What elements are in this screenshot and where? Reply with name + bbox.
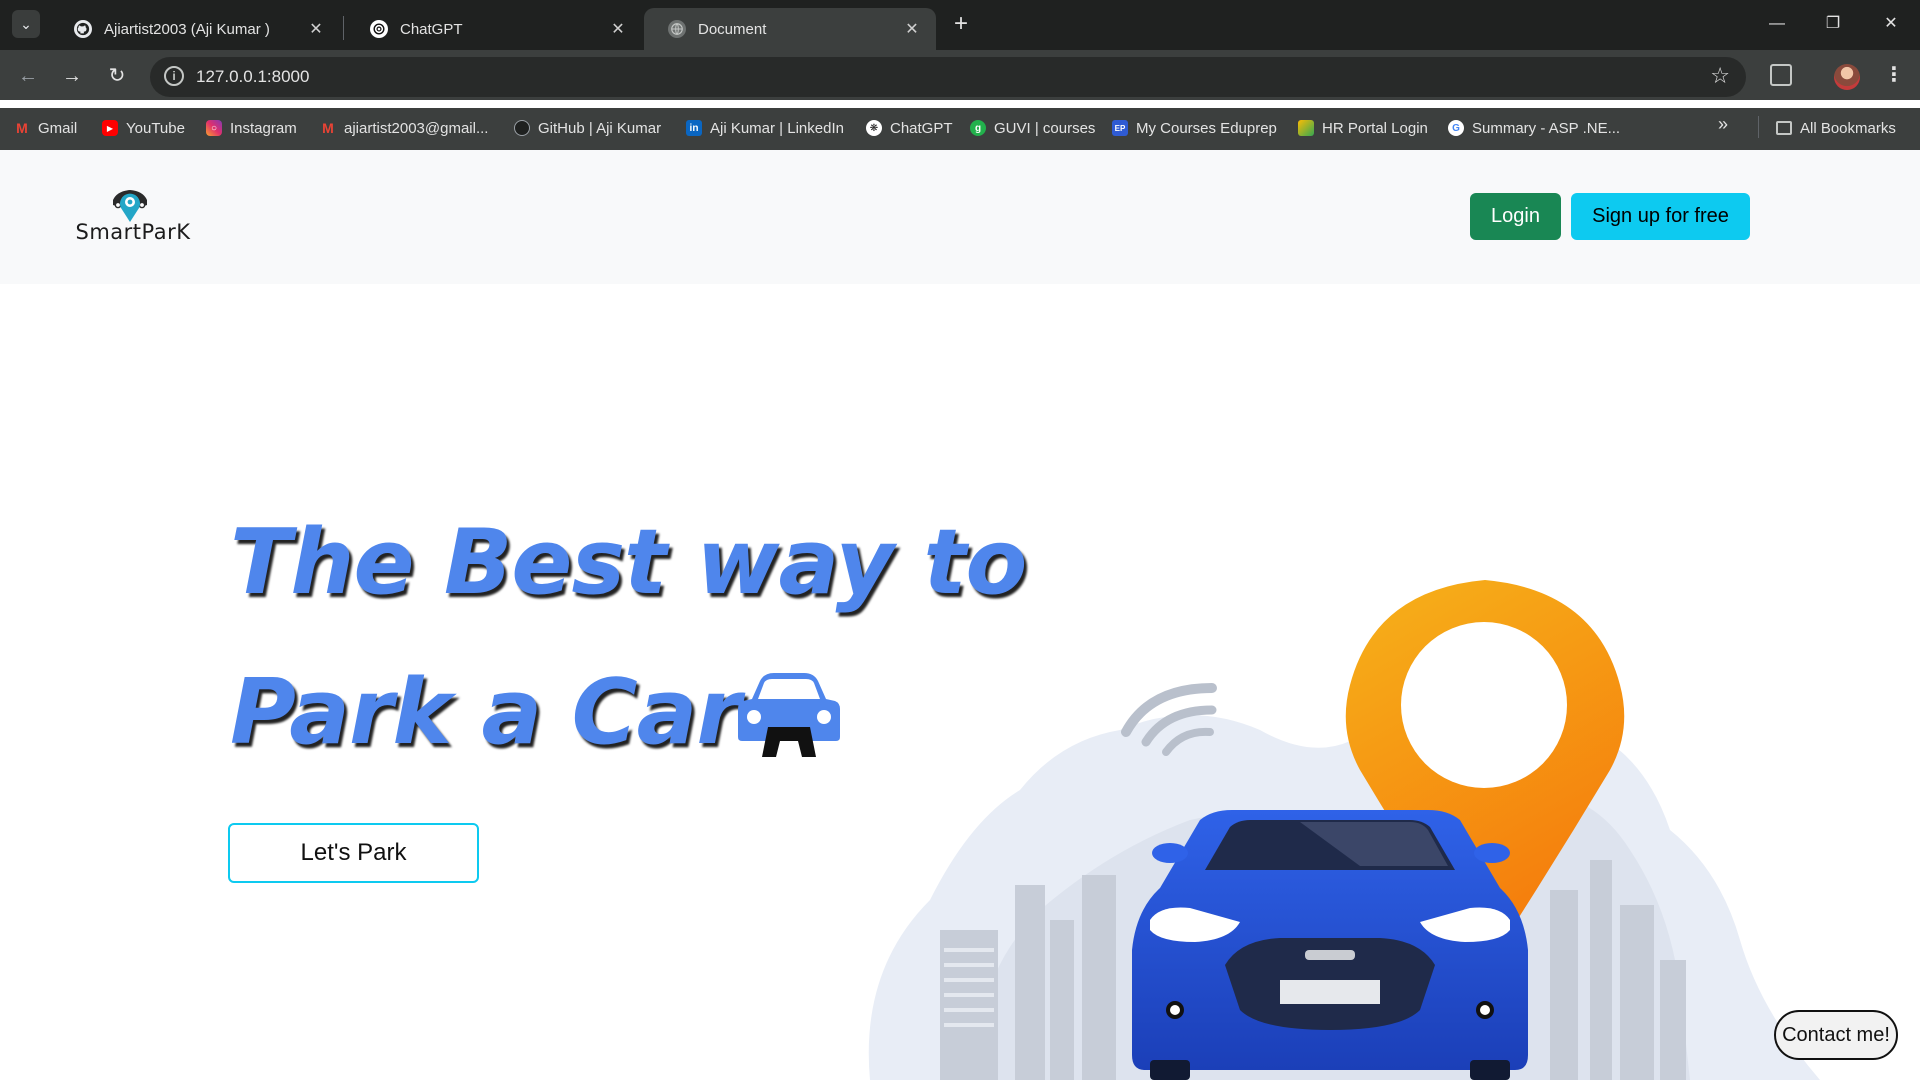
hero-headline-line2: Park a Car [230,660,741,765]
location-pin-car-icon [113,190,147,222]
close-icon[interactable]: ✕ [608,19,628,39]
bookmark-github[interactable]: GitHub | Aji Kumar [514,116,661,140]
tab-chatgpt[interactable]: ChatGPT ✕ [346,8,642,50]
more-bookmarks-icon[interactable]: » [1718,114,1728,135]
bookmark-label: YouTube [126,119,185,137]
contact-button[interactable]: Contact me! [1774,1010,1898,1060]
eduprep-icon: EP [1112,120,1128,136]
logo-text: SmartParK [75,220,191,244]
bookmark-chatgpt[interactable]: ❋ ChatGPT [866,116,953,140]
forward-button[interactable]: → [58,62,86,90]
address-url[interactable]: 127.0.0.1:8000 [196,67,309,87]
bookmark-star-icon[interactable]: ☆ [1710,63,1730,89]
plus-icon: + [953,10,968,37]
all-bookmarks-button[interactable]: All Bookmarks [1776,116,1896,140]
minimize-icon: — [1769,15,1785,32]
bookmark-label: ajiartist2003@gmail... [344,119,489,137]
car-icon [738,673,840,757]
tab-divider [343,16,344,40]
bookmark-label: ChatGPT [890,119,953,137]
back-arrow-icon: ← [18,65,38,87]
tab-title: Document [698,20,767,38]
guvi-icon: g [970,120,986,136]
profile-avatar[interactable] [1834,64,1860,90]
car-location-illustration [868,580,1820,1080]
bookmark-summary-asp[interactable]: G Summary - ASP .NE... [1448,116,1620,140]
tab-document[interactable]: Document ✕ [644,8,936,50]
minimize-button[interactable]: — [1754,10,1800,38]
close-window-button[interactable]: ✕ [1868,10,1914,38]
back-button[interactable]: ← [14,62,42,90]
all-bookmarks-label: All Bookmarks [1800,119,1896,137]
new-tab-button[interactable]: + [948,12,974,38]
chevron-down-icon: ⌄ [20,15,32,32]
tab-title: ChatGPT [400,20,463,38]
web-page: SmartParK Login Sign up for free The Bes… [0,150,1920,1080]
restore-button[interactable]: ❐ [1810,10,1856,38]
tab-search-button[interactable]: ⌄ [12,10,40,38]
bookmarks-divider [1758,116,1759,138]
close-icon: ✕ [1884,15,1898,32]
google-icon: G [1448,120,1464,136]
bookmark-label: Gmail [38,119,78,137]
bookmark-instagram[interactable]: ○ Instagram [206,116,297,140]
close-icon[interactable]: ✕ [306,19,326,39]
lets-park-button[interactable]: Let's Park [228,823,479,883]
bookmark-youtube[interactable]: ▶ YouTube [102,116,185,140]
more-menu-icon[interactable]: ⋮ [1884,62,1904,87]
linkedin-icon: in [686,120,702,136]
github-icon [74,20,92,38]
bookmark-label: Aji Kumar | LinkedIn [710,119,844,137]
reload-button[interactable]: ↻ [103,62,131,90]
bookmark-gmail[interactable]: M Gmail [14,116,77,140]
forward-arrow-icon: → [62,65,82,87]
extensions-icon[interactable] [1770,64,1792,86]
smartpark-logo[interactable]: SmartParK [68,186,198,248]
bookmark-label: My Courses Eduprep [1136,119,1277,137]
signup-button[interactable]: Sign up for free [1571,193,1750,240]
tab-github[interactable]: Ajiartist2003 (Aji Kumar ) ✕ [50,8,340,50]
close-icon[interactable]: ✕ [902,19,922,39]
gmail-icon: M [16,120,28,136]
restore-icon: ❐ [1825,15,1841,32]
reload-icon: ↻ [108,65,126,87]
bookmark-label: GitHub | Aji Kumar [538,119,662,137]
bookmark-linkedin[interactable]: in Aji Kumar | LinkedIn [686,116,844,140]
hr-portal-icon [1298,120,1314,136]
login-button[interactable]: Login [1470,193,1561,240]
site-navbar: SmartParK Login Sign up for free [0,150,1920,284]
bookmark-gmail-account[interactable]: M ajiartist2003@gmail... [320,116,488,140]
site-info-icon[interactable]: i [164,66,184,86]
bookmark-guvi[interactable]: g GUVI | courses [970,116,1095,140]
youtube-icon: ▶ [102,120,118,136]
gmail-icon: M [322,120,334,136]
github-icon [514,120,530,136]
bookmark-label: HR Portal Login [1322,119,1428,137]
globe-icon [668,20,686,38]
bookmark-label: Instagram [230,119,297,137]
bookmark-label: GUVI | courses [994,119,1096,137]
address-bar[interactable]: i 127.0.0.1:8000 ☆ [150,57,1746,97]
tab-title: Ajiartist2003 (Aji Kumar ) [104,20,270,38]
folder-icon [1776,121,1792,135]
instagram-icon: ○ [206,120,222,136]
bookmark-hr-portal[interactable]: HR Portal Login [1298,116,1428,140]
bookmark-eduprep[interactable]: EP My Courses Eduprep [1112,116,1277,140]
chatgpt-icon [370,20,388,38]
chatgpt-icon: ❋ [866,120,882,136]
bookmark-label: Summary - ASP .NE... [1472,119,1621,137]
